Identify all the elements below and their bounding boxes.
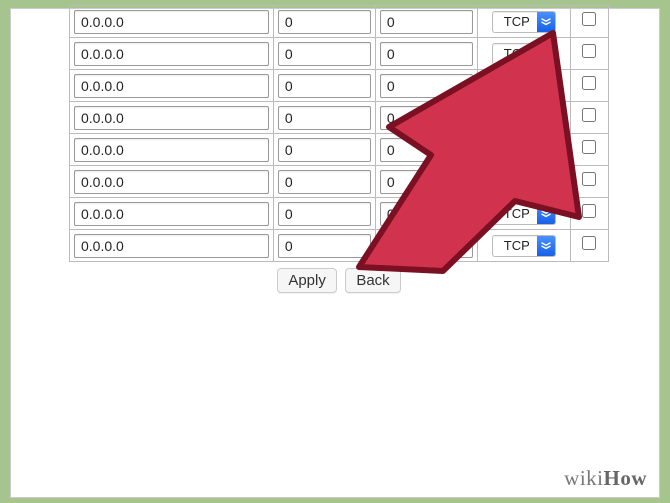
protocol-value: TCP	[493, 46, 537, 61]
app-frame: TCP TCP TCP TCP TCP TCP TCP TCP Apply Back wiki…	[10, 8, 660, 498]
port-start-input[interactable]	[278, 138, 371, 162]
chevron-down-icon	[537, 140, 555, 160]
chevron-down-icon	[537, 236, 555, 256]
protocol-select[interactable]: TCP	[492, 171, 556, 193]
protocol-value: TCP	[493, 206, 537, 221]
chevron-down-icon	[537, 12, 555, 32]
ip-input[interactable]	[74, 138, 269, 162]
port-end-input[interactable]	[380, 234, 473, 258]
enable-checkbox[interactable]	[582, 140, 596, 154]
back-button[interactable]: Back	[345, 268, 400, 293]
protocol-value: TCP	[493, 14, 537, 29]
chevron-down-icon	[537, 44, 555, 64]
port-end-input[interactable]	[380, 170, 473, 194]
protocol-value: TCP	[493, 238, 537, 253]
port-end-input[interactable]	[380, 74, 473, 98]
ip-input[interactable]	[74, 106, 269, 130]
enable-checkbox[interactable]	[582, 44, 596, 58]
port-start-input[interactable]	[278, 10, 371, 34]
watermark-prefix: wiki	[564, 466, 603, 490]
ip-input[interactable]	[74, 42, 269, 66]
port-end-input[interactable]	[380, 106, 473, 130]
enable-checkbox[interactable]	[582, 204, 596, 218]
ip-input[interactable]	[74, 170, 269, 194]
port-end-input[interactable]	[380, 10, 473, 34]
protocol-value: TCP	[493, 174, 537, 189]
table-row: TCP	[70, 230, 609, 262]
watermark-suffix: How	[604, 466, 648, 490]
port-end-input[interactable]	[380, 138, 473, 162]
protocol-value: TCP	[493, 142, 537, 157]
port-start-input[interactable]	[278, 202, 371, 226]
port-start-input[interactable]	[278, 106, 371, 130]
enable-checkbox[interactable]	[582, 172, 596, 186]
table-row: TCP	[70, 6, 609, 38]
port-end-input[interactable]	[380, 202, 473, 226]
apply-button[interactable]: Apply	[277, 268, 337, 293]
chevron-down-icon	[537, 76, 555, 96]
port-start-input[interactable]	[278, 234, 371, 258]
protocol-select[interactable]: TCP	[492, 235, 556, 257]
port-start-input[interactable]	[278, 170, 371, 194]
ip-input[interactable]	[74, 10, 269, 34]
content-area: TCP TCP TCP TCP TCP TCP TCP TCP Apply Back	[69, 5, 609, 293]
port-end-input[interactable]	[380, 42, 473, 66]
chevron-down-icon	[537, 204, 555, 224]
table-row: TCP	[70, 102, 609, 134]
protocol-select[interactable]: TCP	[492, 11, 556, 33]
ip-input[interactable]	[74, 202, 269, 226]
protocol-select[interactable]: TCP	[492, 107, 556, 129]
protocol-value: TCP	[493, 78, 537, 93]
port-start-input[interactable]	[278, 42, 371, 66]
table-row: TCP	[70, 38, 609, 70]
port-forward-table: TCP TCP TCP TCP TCP TCP TCP TCP	[69, 5, 609, 262]
chevron-down-icon	[537, 108, 555, 128]
port-start-input[interactable]	[278, 74, 371, 98]
table-row: TCP	[70, 134, 609, 166]
table-row: TCP	[70, 70, 609, 102]
chevron-down-icon	[537, 172, 555, 192]
table-row: TCP	[70, 166, 609, 198]
protocol-select[interactable]: TCP	[492, 75, 556, 97]
ip-input[interactable]	[74, 74, 269, 98]
protocol-select[interactable]: TCP	[492, 43, 556, 65]
protocol-select[interactable]: TCP	[492, 139, 556, 161]
enable-checkbox[interactable]	[582, 76, 596, 90]
enable-checkbox[interactable]	[582, 108, 596, 122]
enable-checkbox[interactable]	[582, 12, 596, 26]
table-row: TCP	[70, 198, 609, 230]
protocol-select[interactable]: TCP	[492, 203, 556, 225]
protocol-value: TCP	[493, 110, 537, 125]
watermark: wikiHow	[564, 466, 647, 491]
form-buttons: Apply Back	[69, 268, 609, 293]
enable-checkbox[interactable]	[582, 236, 596, 250]
ip-input[interactable]	[74, 234, 269, 258]
